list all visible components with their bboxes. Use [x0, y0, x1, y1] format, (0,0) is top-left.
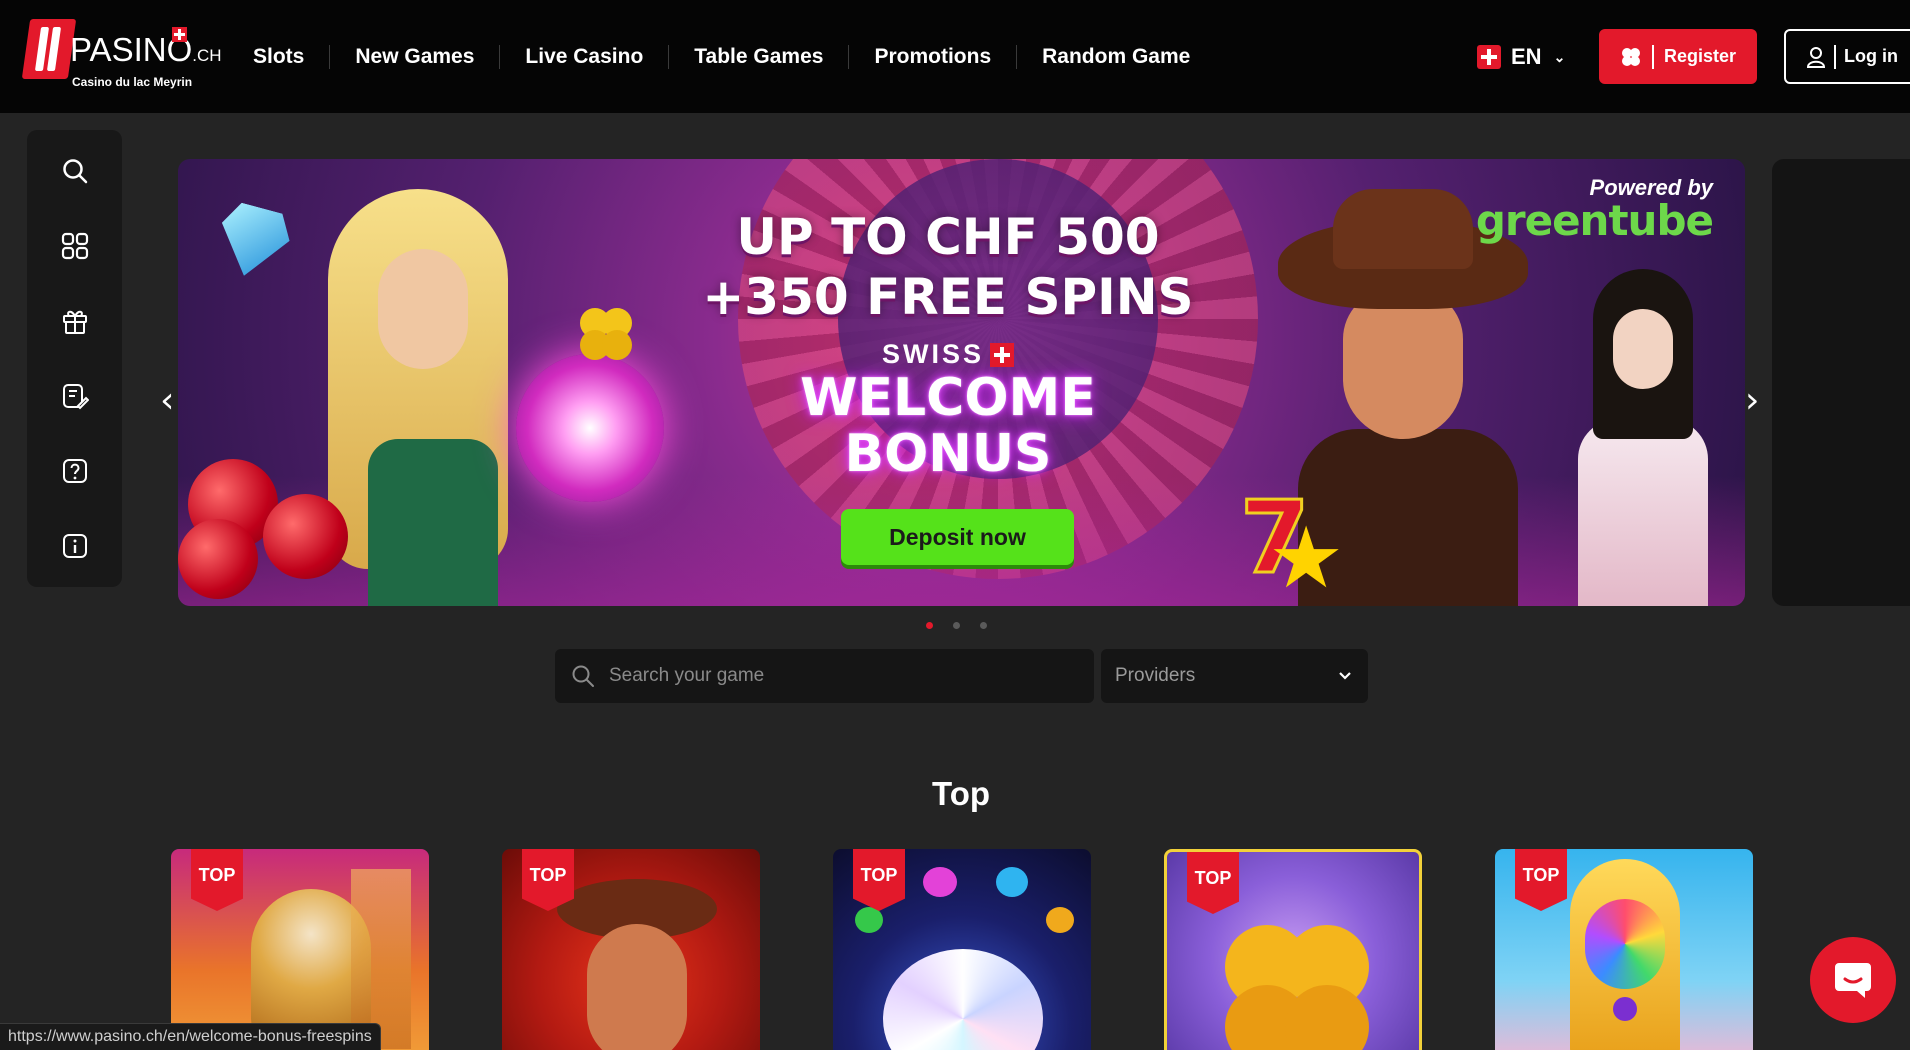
grid-icon[interactable] [27, 221, 122, 271]
chevron-down-icon: ⌄ [1553, 48, 1566, 65]
crystal-flower-art [883, 949, 1043, 1050]
golden-clover-art [1225, 925, 1369, 1050]
game-card[interactable]: TOP [171, 849, 429, 1050]
language-selector[interactable]: EN ⌄ [1477, 44, 1565, 70]
powered-by-block: Powered by greentube [1475, 175, 1714, 245]
nav-random-game[interactable]: Random Game [1017, 45, 1215, 69]
flower-icon [1046, 907, 1074, 933]
candy-capsule-art [1585, 899, 1665, 989]
carousel-dot-2[interactable] [953, 622, 960, 629]
magic-orb-art [516, 354, 664, 502]
headline-line-2: +350 FREE SPINS [702, 268, 1194, 326]
main-nav: Slots New Games Live Casino Table Games … [228, 0, 1215, 113]
top-badge: TOP [191, 849, 243, 911]
chat-bubble-icon [1835, 963, 1871, 998]
logo-mark [21, 19, 77, 79]
carousel-dot-3[interactable] [980, 622, 987, 629]
star-icon: ★ [1268, 511, 1345, 606]
carousel-next-arrow[interactable]: › [1745, 380, 1759, 421]
flower-icon [996, 867, 1028, 897]
search-icon[interactable] [27, 146, 122, 196]
top-badge: TOP [1515, 849, 1567, 911]
nav-new-games[interactable]: New Games [330, 44, 501, 69]
carousel-dot-1[interactable] [926, 622, 933, 629]
swiss-label: SWISS [882, 339, 1014, 370]
info-icon[interactable] [27, 521, 122, 571]
chat-button[interactable] [1810, 937, 1896, 1023]
temple-pillar-art [351, 869, 411, 1049]
carousel-dots [926, 622, 987, 629]
top-badge: TOP [853, 849, 905, 911]
next-slide-preview[interactable] [1772, 159, 1910, 606]
cherry-icon [178, 519, 258, 599]
promo-banner[interactable]: UP TO CHF 500 +350 FREE SPINS SWISS WELC… [178, 159, 1745, 606]
rocket-window-art [1613, 997, 1637, 1021]
cowboy-face-art [587, 924, 687, 1050]
search-input[interactable] [609, 665, 1069, 687]
pasino-logo[interactable]: PASINO.CH Casino du lac Meyrin [21, 17, 222, 92]
nav-table-games[interactable]: Table Games [669, 44, 850, 69]
search-icon [572, 665, 594, 687]
logo-subtitle: Casino du lac Meyrin [72, 75, 193, 89]
login-button[interactable]: Log in [1784, 29, 1910, 84]
bonus-text: BONUS [844, 424, 1052, 484]
register-label: Register [1663, 46, 1737, 66]
logo-wordmark: PASINO.CH [70, 31, 222, 68]
greentube-logo: greentube [1475, 196, 1714, 245]
nav-promotions[interactable]: Promotions [849, 44, 1018, 69]
game-card[interactable]: TOP [1495, 849, 1753, 1050]
register-button[interactable]: Register [1599, 29, 1757, 84]
top-badge: TOP [1187, 852, 1239, 914]
link-preview-statusbar: https://www.pasino.ch/en/welcome-bonus-f… [0, 1023, 381, 1050]
game-card[interactable]: TOP [502, 849, 760, 1050]
cherry-icon [263, 494, 348, 579]
clover-icon [1621, 47, 1640, 66]
notes-icon[interactable] [27, 371, 122, 421]
geisha-character-art [1568, 269, 1718, 606]
top-badge: TOP [522, 849, 574, 911]
chevron-down-icon [1339, 672, 1351, 680]
game-card[interactable]: TOP [833, 849, 1091, 1050]
diamond-icon [210, 199, 296, 285]
flower-icon [923, 867, 957, 897]
language-code: EN [1511, 44, 1542, 69]
nav-live-casino[interactable]: Live Casino [500, 44, 670, 69]
user-icon [1806, 46, 1826, 68]
carousel-prev-arrow[interactable]: ‹ [160, 380, 174, 421]
game-search-bar [555, 649, 1094, 703]
gift-icon[interactable] [27, 296, 122, 346]
swiss-flag-icon [1477, 45, 1501, 69]
nav-slots[interactable]: Slots [228, 44, 331, 69]
clover-icon [580, 308, 632, 360]
swiss-flag-icon [172, 27, 187, 42]
section-title-top: Top [931, 775, 991, 812]
providers-dropdown[interactable]: Providers [1101, 649, 1368, 703]
game-card[interactable]: TOP [1164, 849, 1422, 1050]
help-icon[interactable] [27, 446, 122, 496]
headline-line-1: UP TO CHF 500 [736, 208, 1160, 266]
banner-headline: UP TO CHF 500 +350 FREE SPINS SWISS WELC… [668, 207, 1228, 482]
divider [1651, 44, 1654, 69]
swiss-flag-icon [990, 342, 1014, 367]
top-header: PASINO.CH Casino du lac Meyrin Slots New… [0, 0, 1910, 113]
welcome-text: WELCOME [800, 368, 1096, 428]
providers-label: Providers [1115, 665, 1196, 686]
login-label: Log in [1844, 46, 1898, 66]
side-menu [27, 130, 122, 587]
divider [1834, 44, 1836, 69]
deposit-now-button[interactable]: Deposit now [841, 509, 1074, 565]
